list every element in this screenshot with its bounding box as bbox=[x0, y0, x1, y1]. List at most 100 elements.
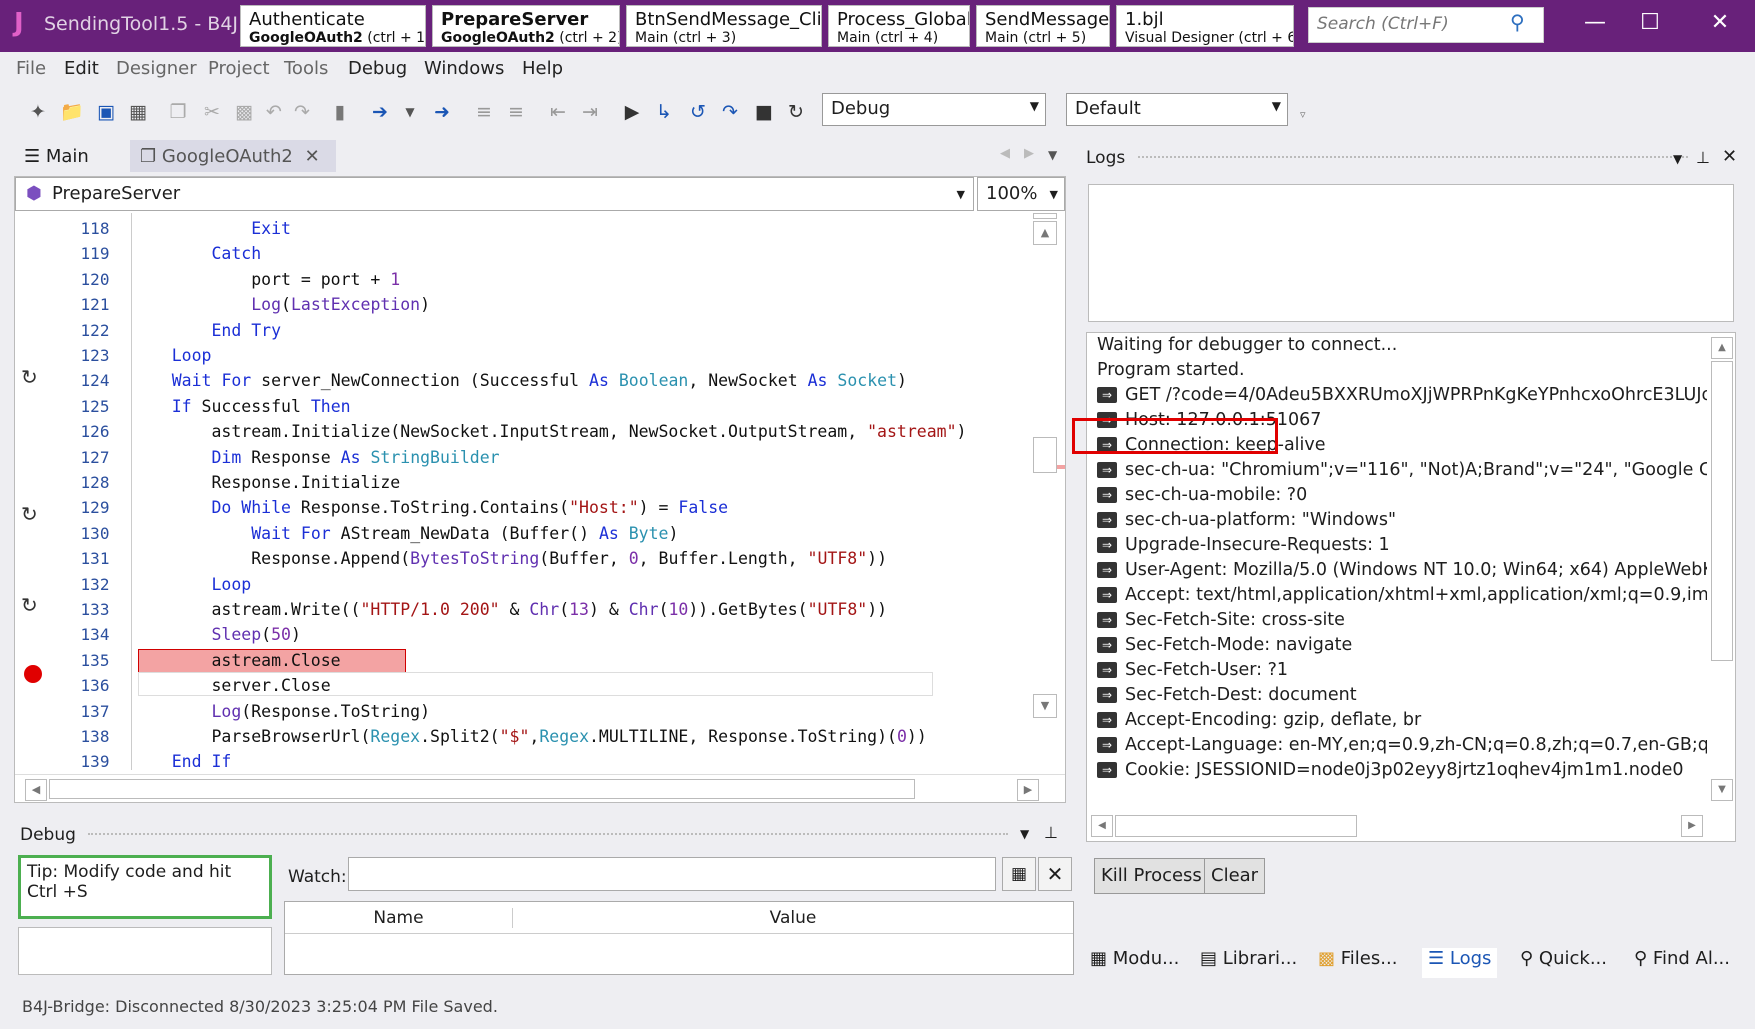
column-header-name[interactable]: Name bbox=[285, 908, 513, 928]
search-icon[interactable]: ⚲ bbox=[1510, 10, 1525, 34]
close-icon[interactable]: ✕ bbox=[1705, 10, 1735, 35]
line-gutter[interactable]: ↻ ↻ ↻ 118 119 120 121 122 123 124 125 126 127 128 1… bbox=[15, 213, 129, 771]
logs-horizontal-scrollbar[interactable]: ◀ ▶ bbox=[1087, 813, 1707, 841]
tab-find-all[interactable]: ⚲ Find Al... bbox=[1634, 948, 1730, 978]
navigate-forward-icon[interactable]: ➜ bbox=[430, 100, 454, 124]
maximize-icon[interactable]: ☐ bbox=[1635, 10, 1665, 35]
tab-quick-search[interactable]: ⚲ Quick... bbox=[1520, 948, 1607, 978]
code-horizontal-scrollbar[interactable]: ◀ ▶ bbox=[15, 774, 1065, 802]
scroll-thumb[interactable] bbox=[1033, 437, 1057, 473]
tab-googleoauth2[interactable]: ❐ GoogleOAuth2 ✕ bbox=[130, 140, 336, 172]
open-folder-icon[interactable]: 📁 bbox=[60, 100, 84, 124]
tab-scroll-right-icon[interactable]: ▶ bbox=[1024, 146, 1034, 161]
copy-icon[interactable]: ❐ bbox=[166, 100, 190, 124]
redo-icon[interactable]: ↷ bbox=[290, 100, 314, 124]
close-icon[interactable]: ✕ bbox=[1722, 146, 1737, 167]
scroll-down-icon[interactable]: ▼ bbox=[1711, 779, 1733, 801]
chevron-down-icon[interactable]: ▼ bbox=[1673, 152, 1682, 166]
logs-list[interactable]: Waiting for debugger to connect... Progra… bbox=[1086, 332, 1736, 842]
run-icon[interactable]: ▶ bbox=[620, 100, 644, 124]
menu-windows[interactable]: Windows bbox=[424, 58, 504, 79]
watch-input[interactable] bbox=[348, 857, 996, 891]
logs-filter-area[interactable] bbox=[1088, 184, 1734, 322]
platform-select[interactable]: Default ▼ bbox=[1066, 93, 1288, 126]
code-line: astream.Close bbox=[132, 650, 341, 670]
pin-icon[interactable]: ⊥ bbox=[1696, 148, 1710, 167]
minimize-icon[interactable]: — bbox=[1580, 10, 1610, 35]
quick-tab-layout[interactable]: 1.bjlVisual Designer (ctrl + 6) bbox=[1116, 5, 1294, 47]
menu-file[interactable]: File bbox=[16, 58, 46, 79]
code-line: Response.Initialize bbox=[132, 473, 401, 492]
undo-icon[interactable]: ↶ bbox=[262, 100, 286, 124]
tab-modules[interactable]: ▦ Modu... bbox=[1090, 948, 1179, 978]
tab-scroll-left-icon[interactable]: ◀ bbox=[1000, 146, 1010, 161]
code-line: End If bbox=[171, 752, 232, 770]
menu-project[interactable]: Project bbox=[208, 58, 270, 79]
scroll-right-icon[interactable]: ▶ bbox=[1681, 815, 1703, 837]
tab-libraries[interactable]: ▤ Librari... bbox=[1200, 948, 1297, 978]
outdent-icon[interactable]: ⇤ bbox=[546, 100, 570, 124]
navigate-back-icon[interactable]: ➔ bbox=[368, 100, 392, 124]
watch-table[interactable]: Name Value bbox=[284, 901, 1074, 975]
new-file-icon[interactable]: ✦ bbox=[26, 100, 50, 124]
debug-variables-area[interactable] bbox=[18, 927, 272, 975]
zoom-select[interactable]: 100% ▼ bbox=[977, 177, 1065, 211]
comment-icon[interactable]: ≡ bbox=[472, 100, 496, 124]
clear-watch-icon[interactable]: ✕ bbox=[1038, 857, 1072, 891]
uncomment-icon[interactable]: ≡ bbox=[504, 100, 528, 124]
scroll-up-icon[interactable]: ▲ bbox=[1711, 337, 1733, 359]
bookmark-icon[interactable]: ▮ bbox=[328, 100, 352, 124]
tab-files[interactable]: ▩ Files... bbox=[1318, 948, 1397, 978]
quick-tab-authenticate[interactable]: Authenticate GoogleOAuth2 (ctrl + 1) bbox=[240, 5, 426, 47]
tab-logs[interactable]: ☰ Logs bbox=[1422, 948, 1498, 978]
quick-tab-prepareserver[interactable]: PrepareServer GoogleOAuth2 (ctrl + 2) bbox=[432, 5, 620, 47]
tab-main[interactable]: ☰ Main bbox=[14, 140, 126, 172]
close-icon[interactable]: ✕ bbox=[305, 146, 320, 167]
indent-icon[interactable]: ⇥ bbox=[578, 100, 602, 124]
pin-icon[interactable]: ⊥ bbox=[1044, 823, 1058, 842]
menu-debug[interactable]: Debug bbox=[348, 58, 407, 79]
cut-icon[interactable]: ✂ bbox=[200, 100, 224, 124]
code-line: Dim Response As StringBuilder bbox=[211, 447, 500, 467]
scroll-left-icon[interactable]: ◀ bbox=[1091, 815, 1113, 837]
calculator-icon[interactable]: ▦ bbox=[1002, 857, 1036, 891]
step-in-icon[interactable]: ↳ bbox=[652, 100, 676, 124]
menu-help[interactable]: Help bbox=[522, 58, 563, 79]
menu-tools[interactable]: Tools bbox=[284, 58, 328, 79]
scroll-up-icon[interactable]: ▲ bbox=[1033, 221, 1057, 245]
stop-icon[interactable]: ■ bbox=[752, 100, 776, 124]
restart-icon[interactable]: ↻ bbox=[784, 100, 808, 124]
column-header-value[interactable]: Value bbox=[513, 908, 1073, 928]
tab-list-icon[interactable]: ▼ bbox=[1048, 148, 1057, 162]
menu-designer[interactable]: Designer bbox=[116, 58, 197, 79]
build-config-select[interactable]: Debug ▼ bbox=[822, 93, 1046, 126]
kill-process-button[interactable]: Kill Process bbox=[1094, 858, 1209, 894]
logs-vertical-scrollbar[interactable]: ▲ ▼ bbox=[1709, 333, 1735, 803]
step-over-icon[interactable]: ↺ bbox=[686, 100, 710, 124]
clear-button[interactable]: Clear bbox=[1204, 858, 1266, 894]
code-vertical-scrollbar[interactable]: ▲ ▼ bbox=[1027, 213, 1065, 770]
paste-icon[interactable]: ▩ bbox=[232, 100, 256, 124]
scroll-right-icon[interactable]: ▶ bbox=[1017, 779, 1039, 801]
search-input[interactable]: Search (Ctrl+F) bbox=[1308, 7, 1544, 43]
quick-tab-btnsendmessage[interactable]: BtnSendMessage_Click Main (ctrl + 3) bbox=[626, 5, 822, 47]
step-out-icon[interactable]: ↷ bbox=[718, 100, 742, 124]
code-area[interactable]: Exit Catch port = port + 1 Log(LastExcep… bbox=[131, 213, 1041, 770]
save-all-icon[interactable]: ▦ bbox=[126, 100, 150, 124]
h-scroll-thumb[interactable] bbox=[1115, 815, 1357, 837]
save-icon[interactable]: ▣ bbox=[94, 100, 118, 124]
menu-edit[interactable]: Edit bbox=[64, 58, 99, 79]
scroll-left-icon[interactable]: ◀ bbox=[25, 779, 47, 801]
breakpoint-icon[interactable] bbox=[24, 665, 42, 683]
log-text: Upgrade-Insecure-Requests: 1 bbox=[1125, 535, 1390, 555]
chevron-down-icon[interactable]: ▼ bbox=[398, 100, 422, 124]
log-line: ⇒ Upgrade-Insecure-Requests: 1 bbox=[1097, 535, 1707, 563]
quick-tab-process-globals[interactable]: Process_Globals Main (ctrl + 4) bbox=[828, 5, 970, 47]
scroll-thumb[interactable] bbox=[1711, 361, 1733, 661]
h-scroll-thumb[interactable] bbox=[49, 779, 915, 799]
quick-tab-sendmessage[interactable]: SendMessage Main (ctrl + 5) bbox=[976, 5, 1110, 47]
scroll-down-icon[interactable]: ▼ bbox=[1033, 694, 1057, 718]
sub-selector[interactable]: ⬢ PrepareServer ▼ bbox=[15, 177, 974, 211]
toolbar-overflow-icon[interactable]: ▿ bbox=[1300, 108, 1306, 121]
chevron-down-icon[interactable]: ▼ bbox=[1020, 827, 1029, 841]
